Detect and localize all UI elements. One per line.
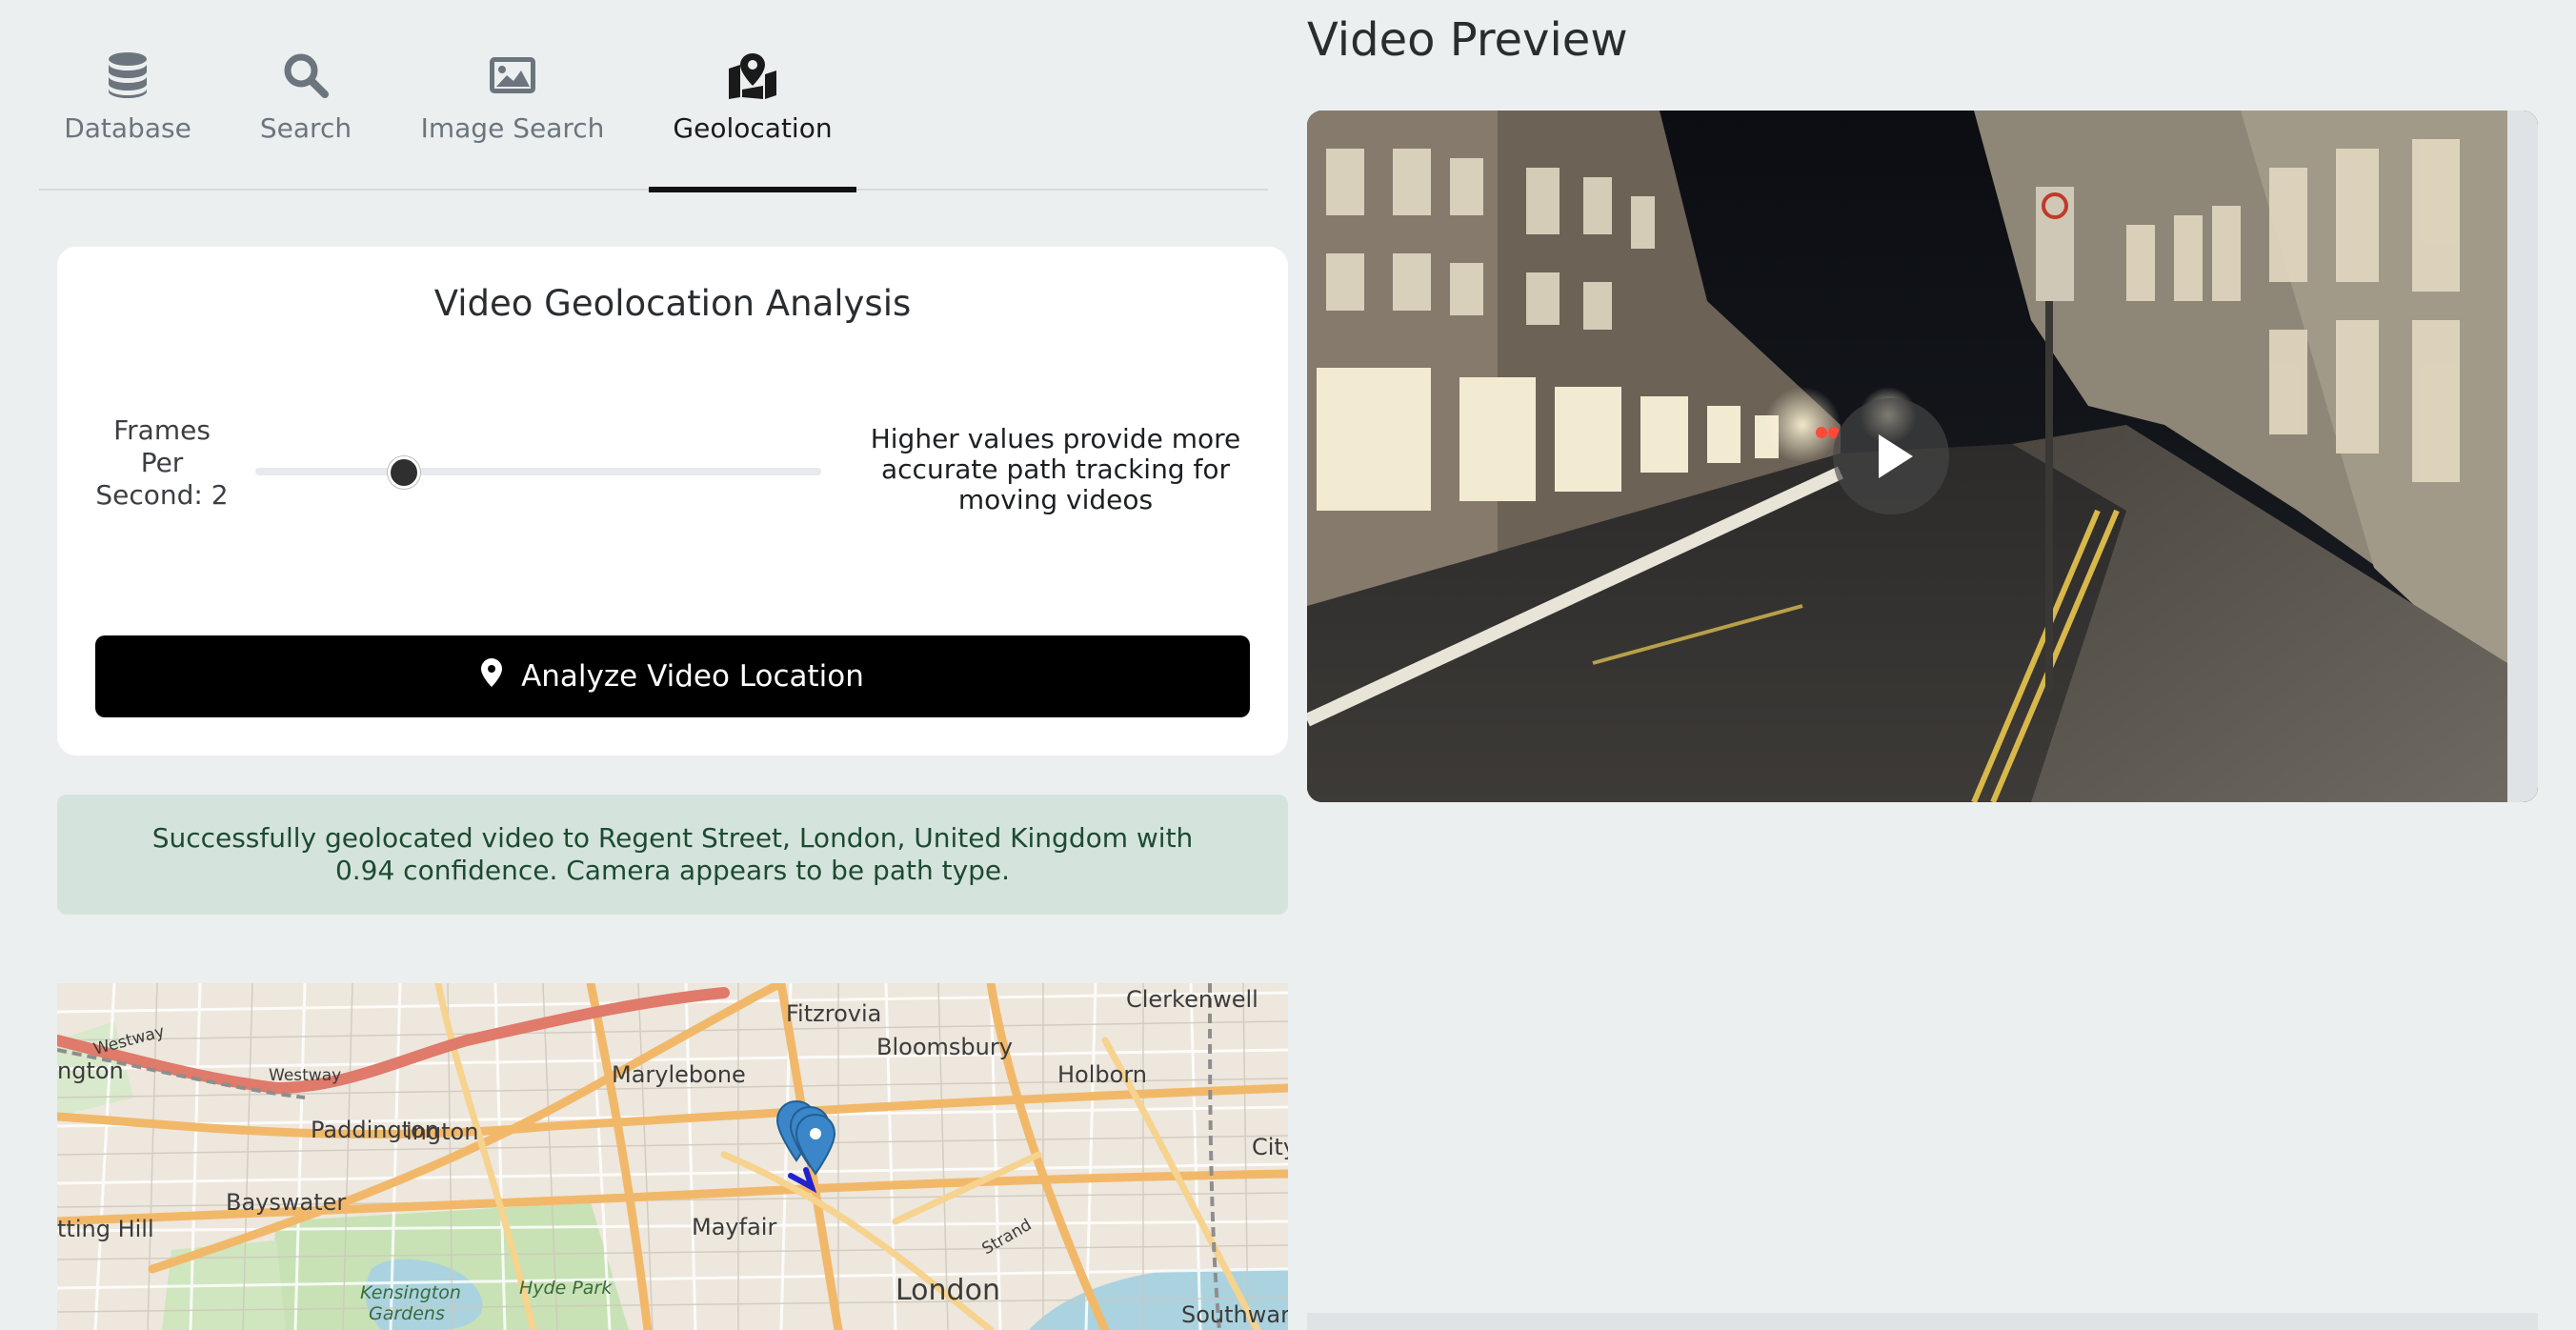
card-title: Video Geolocation Analysis: [433, 283, 912, 324]
map-label: ington: [406, 1118, 478, 1145]
map-label: Holborn: [1057, 1061, 1147, 1088]
database-icon: [107, 51, 149, 99]
map-label: ngton: [57, 1058, 124, 1084]
map-label: London: [896, 1274, 1000, 1307]
map-label: Westway: [269, 1066, 341, 1085]
horizontal-scrollbar[interactable]: [1307, 1313, 2538, 1330]
map-label: Bloomsbury: [876, 1034, 1013, 1060]
analyze-button-label: Analyze Video Location: [521, 659, 864, 694]
video-scrollbar[interactable]: [2507, 111, 2538, 802]
map-label: City: [1252, 1134, 1288, 1160]
map-pin-icon: [727, 51, 778, 99]
success-alert: Successfully geolocated video to Regent …: [57, 795, 1288, 915]
tab-database[interactable]: Database: [64, 51, 191, 187]
fps-slider-track[interactable]: [255, 468, 821, 475]
map-label: tting Hill: [57, 1216, 154, 1242]
location-pin-icon: [481, 658, 521, 695]
search-icon: [282, 51, 330, 99]
geolocation-analysis-card: Video Geolocation Analysis Frames Per Se…: [57, 247, 1288, 756]
play-button[interactable]: [1833, 398, 1949, 514]
map-label: Gardens: [369, 1303, 445, 1324]
video-player[interactable]: [1307, 111, 2538, 802]
map-label: Kensington: [360, 1282, 461, 1303]
fps-hint: Higher values provide more accurate path…: [870, 423, 1241, 515]
fps-label-line: Frames: [113, 414, 211, 446]
fps-label-line: Second: 2: [95, 479, 229, 511]
fps-label: Frames Per Second: 2: [95, 414, 229, 512]
map-label: Mayfair: [692, 1214, 776, 1240]
map-label: Southwar: [1181, 1301, 1288, 1328]
tab-database-label: Database: [64, 112, 191, 144]
map-label: Fitzrovia: [786, 1000, 881, 1027]
location-map[interactable]: Clerkenwell Fitzrovia Bloomsbury Westway…: [57, 983, 1288, 1330]
map-label: Clerkenwell: [1126, 986, 1258, 1013]
map-label: Hyde Park: [519, 1278, 613, 1299]
map-label: Marylebone: [612, 1061, 746, 1088]
video-preview-heading: Video Preview: [1307, 13, 1628, 67]
alert-text: Successfully geolocated video to Regent …: [151, 822, 1194, 886]
fps-slider-thumb[interactable]: [388, 456, 420, 489]
tab-image-search[interactable]: Image Search: [420, 51, 605, 187]
map-tiles: Clerkenwell Fitzrovia Bloomsbury Westway…: [57, 983, 1288, 1330]
tab-search[interactable]: Search: [258, 51, 353, 187]
image-icon: [488, 51, 537, 99]
tab-bar: Database Search Image Search Geolocation: [39, 0, 1268, 192]
analyze-video-location-button[interactable]: Analyze Video Location: [95, 635, 1250, 717]
tab-image-search-label: Image Search: [420, 112, 605, 144]
tab-geolocation-label: Geolocation: [673, 112, 833, 144]
fps-label-line: Per: [140, 447, 184, 478]
tab-geolocation[interactable]: Geolocation: [649, 51, 856, 192]
tab-search-label: Search: [259, 112, 352, 144]
map-label: Bayswater: [226, 1189, 346, 1216]
